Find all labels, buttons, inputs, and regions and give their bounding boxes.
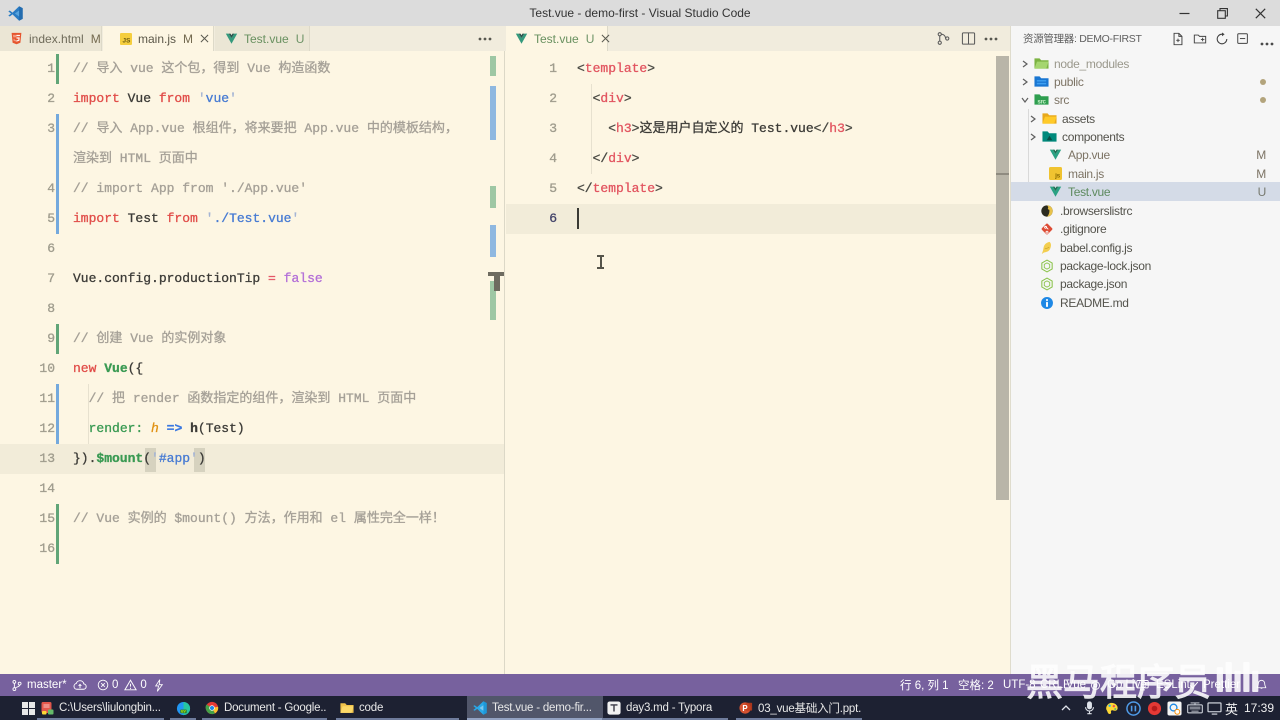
svg-text:EV: EV [181, 709, 186, 713]
svg-text:js: js [1054, 173, 1061, 180]
svg-text:src: src [1037, 99, 1046, 106]
svg-text:P: P [742, 704, 747, 713]
svg-text:JS: JS [123, 37, 131, 44]
